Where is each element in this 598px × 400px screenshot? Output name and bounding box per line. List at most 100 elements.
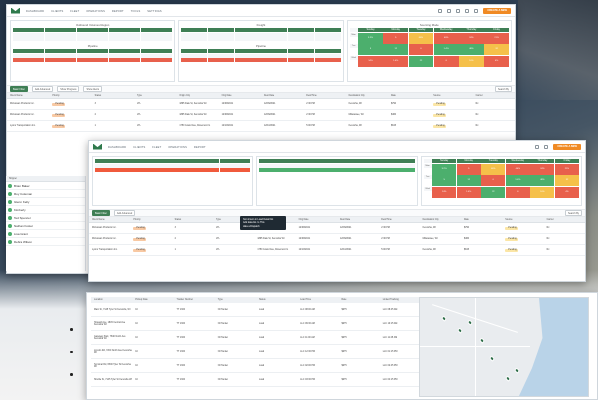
- create-new-button[interactable]: CREATE A NEW: [553, 143, 581, 150]
- create-new-button[interactable]: CREATE A NEW: [483, 7, 511, 14]
- calendar-icon[interactable]: [456, 8, 461, 13]
- table-col-header[interactable]: Priority: [130, 219, 171, 221]
- location-row[interactable]: Lincoln Rd, 7200 North Ave Kenosha WI 10 T…: [91, 345, 421, 359]
- table-col-header[interactable]: Rate: [461, 219, 502, 221]
- nav-item-clients[interactable]: CLIENTS: [51, 10, 63, 13]
- grid-header: [219, 159, 251, 163]
- table-col-header[interactable]: Source: [502, 219, 543, 221]
- chat-icon[interactable]: [447, 8, 452, 13]
- table-col-header[interactable]: Status: [172, 219, 213, 221]
- brand-logo[interactable]: [11, 7, 20, 14]
- shipper-item[interactable]: Ted Spencer: [6, 214, 85, 222]
- table-col-header[interactable]: Destination City: [420, 219, 461, 221]
- nav-item-clients[interactable]: CLIENTS: [133, 146, 145, 149]
- location-row[interactable]: Shuttle St, 7145 Tyler St Kenosha WI 10 TT…: [91, 373, 421, 387]
- filter-button[interactable]: Basic Filter: [10, 85, 28, 93]
- nav-item-operations[interactable]: OPERATIONS: [86, 10, 105, 13]
- nav-item-report[interactable]: REPORT: [194, 146, 206, 149]
- user-icon[interactable]: [465, 8, 470, 13]
- table-col-header[interactable]: Client Name: [7, 95, 49, 97]
- grid-cell: [108, 32, 141, 37]
- table-row[interactable]: Lyons Transportation Inc. Pending 1 LTL 1750…: [7, 121, 515, 132]
- advanced-filter-button[interactable]: Add Advanced: [113, 209, 136, 217]
- show-alerts-button[interactable]: Show Alerts: [83, 85, 103, 93]
- locations-col-header[interactable]: Location: [91, 299, 132, 301]
- table-cell: Kenosha, WI: [422, 227, 436, 229]
- bell-icon[interactable]: [535, 144, 540, 149]
- table-col-header[interactable]: Rate: [388, 95, 430, 97]
- table-col-header[interactable]: Dest Date: [261, 95, 303, 97]
- brand-logo[interactable]: [93, 143, 102, 150]
- locations-col-header[interactable]: Type: [215, 299, 256, 301]
- locations-col-header[interactable]: Pickup Date: [132, 299, 173, 301]
- show-progress-button[interactable]: Show Progress: [57, 85, 80, 93]
- heatmap-col-header: Thursday: [530, 159, 555, 163]
- map-pin-icon[interactable]: [478, 337, 486, 344]
- table-col-header[interactable]: Source: [430, 95, 472, 97]
- shipper-item[interactable]: Brian Baker: [6, 182, 85, 190]
- nav-item-settings[interactable]: SETTINGS: [147, 10, 162, 13]
- nav-item-report[interactable]: REPORT: [112, 10, 124, 13]
- table-cell: Lyons Transportation Inc.: [92, 249, 118, 251]
- shipper-item[interactable]: Nathan Foster: [6, 222, 85, 230]
- table-col-header[interactable]: Carrier: [544, 219, 585, 221]
- table-col-header[interactable]: Destination City: [346, 95, 388, 97]
- table-col-header[interactable]: Dest/Time: [303, 95, 345, 97]
- bell-icon[interactable]: [438, 8, 443, 13]
- shipper-item[interactable]: Roy Coleman: [6, 190, 85, 198]
- shipper-item[interactable]: Lisa Grant: [6, 230, 85, 238]
- nav-item-fleet[interactable]: FLEET: [152, 146, 161, 149]
- table-row[interactable]: McGowan Products Inc. Pending 2 LTL 1895 Dal…: [89, 234, 585, 245]
- map-pin-icon[interactable]: [513, 367, 521, 374]
- map-pin-icon[interactable]: [456, 327, 464, 334]
- table-row[interactable]: McGowan Products Inc.Pending3LTL1895 Dal…: [89, 223, 585, 234]
- table-col-header[interactable]: Carrier: [473, 95, 515, 97]
- table-col-header[interactable]: Type: [134, 95, 176, 97]
- location-row[interactable]: Gateway Park, 7840 North Ave Kenosha WI 1…: [91, 331, 421, 345]
- map-pin-icon[interactable]: [504, 375, 512, 382]
- shipper-item[interactable]: Glenn Kelly: [6, 198, 85, 206]
- locations-col-header[interactable]: Status: [256, 299, 297, 301]
- shipper-item[interactable]: Debra Wilson: [6, 238, 85, 246]
- map-pin-icon[interactable]: [440, 315, 448, 322]
- table-row[interactable]: Lyons Transportation Inc. Pending 1 LTL 1750…: [89, 245, 585, 256]
- locations-col-header[interactable]: Tracker Number: [174, 299, 215, 301]
- locations-col-header[interactable]: Load Time: [297, 299, 338, 301]
- search-input[interactable]: Search By: [564, 209, 582, 217]
- location-row[interactable]: Howard Ave, 1845 Central Ave Kenosha WI 1…: [91, 317, 421, 331]
- shipper-item[interactable]: Kimberly: [6, 206, 85, 214]
- map-pin-icon[interactable]: [488, 355, 496, 362]
- filter-button[interactable]: Basic Filter: [92, 209, 110, 217]
- grid-cell: [181, 58, 208, 62]
- map-pin-icon[interactable]: [466, 319, 474, 326]
- user-icon[interactable]: [544, 144, 549, 149]
- nav-item-dashboard[interactable]: DASHBOARD: [108, 146, 126, 149]
- nav-item-tools[interactable]: TOOLS: [131, 10, 141, 13]
- route-map[interactable]: [419, 297, 589, 397]
- nav-item-fleet[interactable]: FLEET: [70, 10, 79, 13]
- table-cell: 12/10/2021: [221, 125, 234, 127]
- nav-item-operations[interactable]: OPERATIONS: [168, 146, 187, 149]
- table-row[interactable]: McGowan Products Inc.Pending3LTL1895 Dal…: [7, 99, 515, 110]
- table-col-header[interactable]: Priority: [49, 95, 91, 97]
- heatmap-col-header: Sunday: [432, 159, 457, 163]
- table-col-header[interactable]: Orig Date: [219, 95, 261, 97]
- table-col-header[interactable]: Dest Date: [337, 219, 378, 221]
- grid-cell: [311, 163, 337, 168]
- advanced-filter-button[interactable]: Add Advanced: [31, 85, 54, 93]
- table-col-header[interactable]: Client Name: [89, 219, 130, 221]
- table-col-header[interactable]: Dest/Time: [378, 219, 419, 221]
- search-input[interactable]: Search By: [494, 85, 512, 93]
- nav-item-dashboard[interactable]: DASHBOARD: [26, 10, 44, 13]
- table-col-header[interactable]: Origin City: [176, 95, 218, 97]
- table-cell: Rx: [475, 114, 479, 116]
- table-row[interactable]: McGowan Products Inc. Pending 2 LTL 1895 Dal…: [7, 110, 515, 121]
- locations-col-header[interactable]: Linked Tracking: [380, 299, 421, 301]
- table-col-header[interactable]: Status: [92, 95, 134, 97]
- location-row[interactable]: Terminal Rd, 6500 Tyler St Kenosha WI 10 T…: [91, 359, 421, 373]
- table-col-header[interactable]: Orig Date: [296, 219, 337, 221]
- location-row[interactable]: Main St, 7145 Tyler St Kenosha, WI 10 TT 1…: [91, 303, 421, 317]
- heatmap-cell: 12: [456, 175, 481, 186]
- help-icon[interactable]: [474, 8, 479, 13]
- locations-col-header[interactable]: Rate: [339, 299, 380, 301]
